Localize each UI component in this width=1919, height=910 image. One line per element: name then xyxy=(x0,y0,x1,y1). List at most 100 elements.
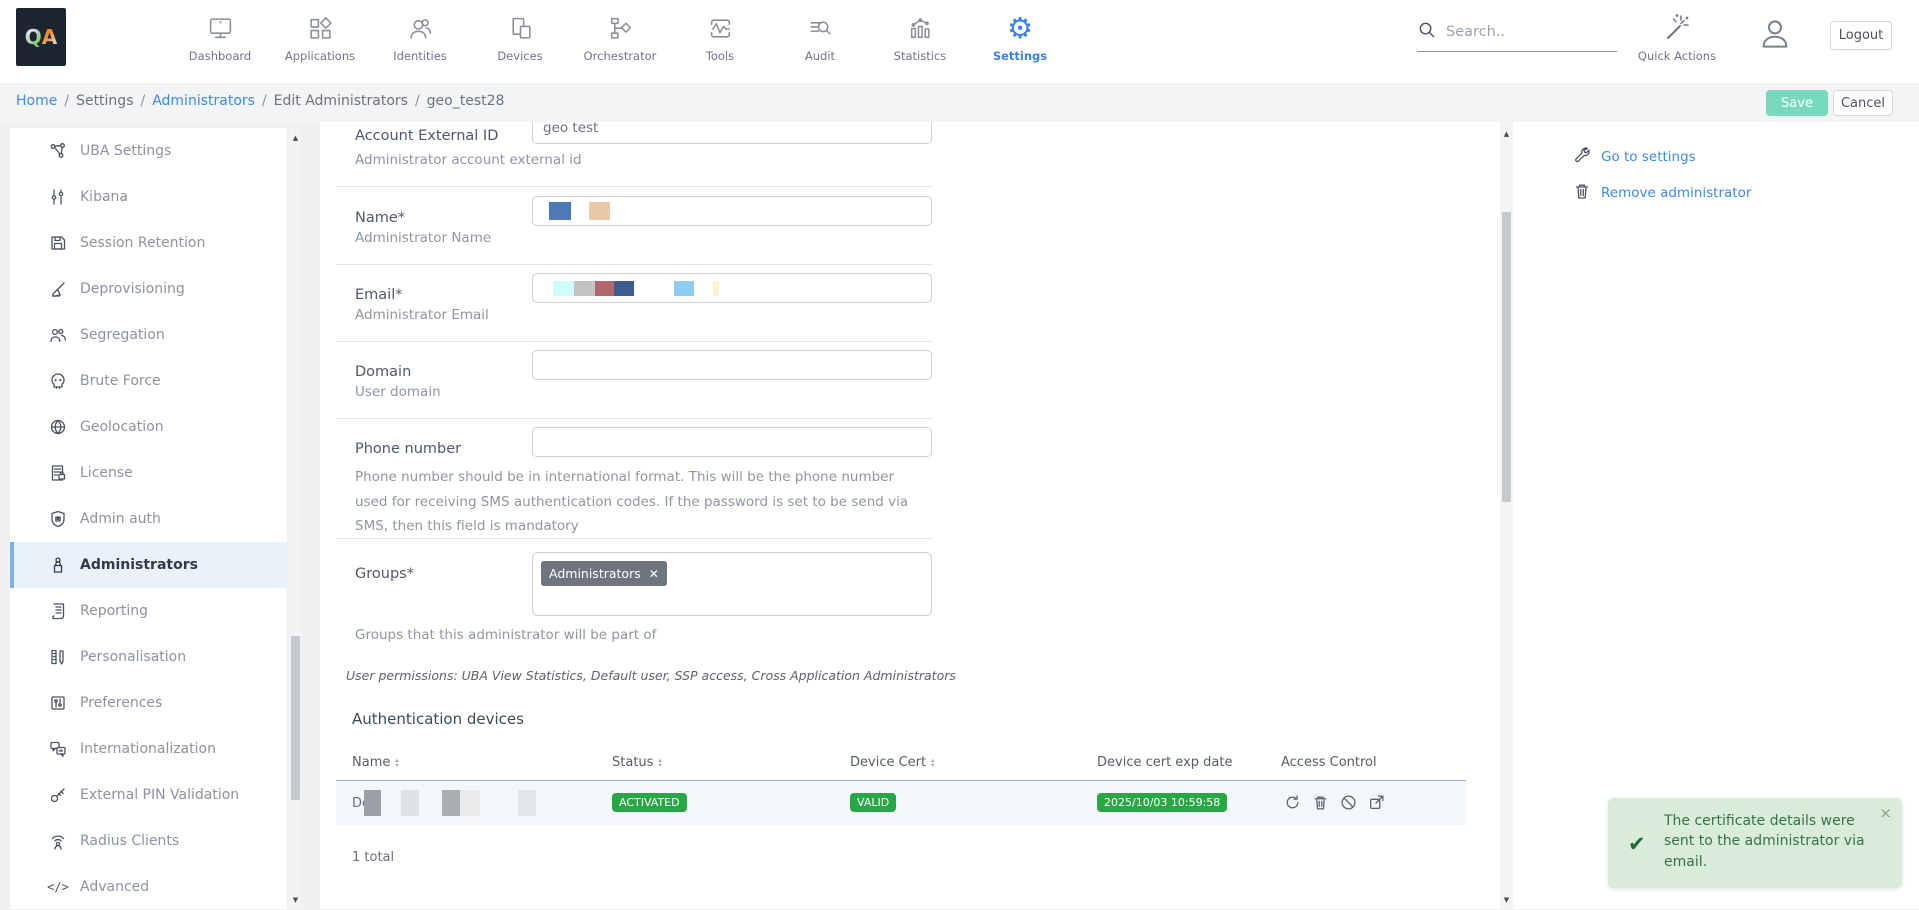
sort-icon[interactable]: ▴▾ xyxy=(658,758,661,768)
devices-icon xyxy=(507,9,534,47)
account-external-id-input[interactable] xyxy=(532,122,932,144)
sidebar-item-advanced[interactable]: </> Advanced xyxy=(10,864,287,910)
nav-item-orchestrator[interactable]: Orchestrator xyxy=(570,9,670,73)
nav-label: Dashboard xyxy=(189,49,251,63)
nav-label: Settings xyxy=(993,49,1047,63)
sidebar-item-brute-force[interactable]: Brute Force xyxy=(10,358,287,404)
sidebar-scrollbar[interactable]: ▲ ▼ xyxy=(289,128,302,909)
nav-item-devices[interactable]: Devices xyxy=(470,9,570,73)
sidebar-item-license[interactable]: License xyxy=(10,450,287,496)
scroll-up-arrow[interactable]: ▲ xyxy=(1500,130,1513,138)
sidebar-scroll-thumb[interactable] xyxy=(291,636,300,800)
nav-item-audit[interactable]: Audit xyxy=(770,9,870,73)
column-header-device-cert[interactable]: Device Cert ▴▾ xyxy=(850,755,934,770)
go-to-settings-link[interactable]: Go to settings xyxy=(1573,146,1696,168)
groups-input[interactable]: Administrators ✕ xyxy=(532,552,932,616)
orchestrator-flow-icon xyxy=(607,9,634,47)
device-name-cell: De xyxy=(352,790,536,816)
content-scrollbar[interactable]: ▲ ▼ xyxy=(1500,122,1513,909)
globe-icon xyxy=(48,417,68,437)
block-icon[interactable] xyxy=(1340,794,1357,815)
nav-item-tools[interactable]: Tools xyxy=(670,9,770,73)
two-people-icon xyxy=(48,325,68,345)
refresh-icon[interactable] xyxy=(1284,794,1301,815)
redacted-value-block xyxy=(589,202,610,220)
export-icon[interactable] xyxy=(1368,794,1385,815)
app-logo[interactable]: QA xyxy=(16,8,66,66)
sidebar-item-admin-auth[interactable]: Admin auth xyxy=(10,496,287,542)
sidebar-item-external-pin-validation[interactable]: External PIN Validation xyxy=(10,772,287,818)
breadcrumb-administrators[interactable]: Administrators xyxy=(152,93,255,109)
nav-label: Devices xyxy=(497,49,542,63)
sidebar-item-deprovisioning[interactable]: Deprovisioning xyxy=(10,266,287,312)
redacted-value-block xyxy=(674,281,694,296)
chip-remove-icon[interactable]: ✕ xyxy=(649,567,659,581)
kibana-icon xyxy=(48,187,68,207)
antenna-person-icon xyxy=(48,831,68,851)
sidebar-item-segregation[interactable]: Segregation xyxy=(10,312,287,358)
report-scroll-icon xyxy=(48,601,68,621)
name-input[interactable] xyxy=(532,196,932,226)
domain-input[interactable] xyxy=(532,350,932,380)
redacted-value-block xyxy=(518,790,536,816)
sort-icon[interactable]: ▴▾ xyxy=(395,758,398,768)
phone-input[interactable] xyxy=(532,427,932,457)
sidebar-item-reporting[interactable]: Reporting xyxy=(10,588,287,634)
toast-message: The certificate details were sent to the… xyxy=(1664,811,1876,872)
global-search xyxy=(1417,20,1617,52)
user-permissions-note: User permissions: UBA View Statistics, D… xyxy=(346,668,956,683)
sort-icon[interactable]: ▴▾ xyxy=(931,758,934,768)
nav-label: Orchestrator xyxy=(584,49,657,63)
search-input[interactable] xyxy=(1446,24,1606,40)
cancel-button[interactable]: Cancel xyxy=(1833,90,1893,116)
redacted-value-block xyxy=(442,790,460,816)
success-toast: ✔ The certificate details were sent to t… xyxy=(1608,798,1902,888)
field-helper: Administrator Name xyxy=(355,230,491,246)
breadcrumb-home[interactable]: Home xyxy=(16,93,57,109)
column-header-access-control: Access Control xyxy=(1281,755,1377,770)
field-label-phone: Phone number xyxy=(355,441,461,457)
sidebar-item-geolocation[interactable]: Geolocation xyxy=(10,404,287,450)
email-input[interactable] xyxy=(532,273,932,303)
remove-administrator-link[interactable]: Remove administrator xyxy=(1573,182,1751,204)
sidebar-item-administrators[interactable]: Administrators xyxy=(10,542,287,588)
save-button[interactable]: Save xyxy=(1766,90,1828,116)
exp-date-badge: 2025/10/03 10:59:58 xyxy=(1097,793,1227,812)
skull-icon xyxy=(48,371,68,391)
redacted-value-block xyxy=(460,790,480,816)
audit-search-icon xyxy=(807,9,834,47)
quick-actions[interactable]: Quick Actions xyxy=(1627,9,1727,73)
sidebar-item-preferences[interactable]: Preferences xyxy=(10,680,287,726)
logout-button[interactable]: Logout xyxy=(1830,21,1892,50)
sidebar-item-internationalization[interactable]: Internationalization xyxy=(10,726,287,772)
field-helper: User domain xyxy=(355,384,441,400)
nav-item-applications[interactable]: Applications xyxy=(270,9,370,73)
toast-close-icon[interactable]: × xyxy=(1879,804,1892,822)
edit-administrator-form: Account External ID Administrator accoun… xyxy=(320,122,1500,909)
scroll-down-arrow[interactable]: ▼ xyxy=(1500,896,1513,904)
nav-item-statistics[interactable]: Statistics xyxy=(870,9,970,73)
top-bar: QA Dashboard Applications Identities Dev… xyxy=(0,0,1919,83)
gear-icon: ⚙ xyxy=(1007,9,1033,47)
nav-item-settings[interactable]: ⚙ Settings xyxy=(970,9,1070,73)
sidebar-item-radius-clients[interactable]: Radius Clients xyxy=(10,818,287,864)
content-scroll-thumb[interactable] xyxy=(1502,212,1511,502)
field-helper: Administrator account external id xyxy=(355,152,582,168)
field-label-name: Name* xyxy=(355,210,405,226)
nav-item-dashboard[interactable]: Dashboard xyxy=(170,9,270,73)
device-table-row[interactable]: De ACTIVATED VALID 2025/10/03 10:59:58 xyxy=(336,781,1466,825)
column-header-name[interactable]: Name ▴▾ xyxy=(352,755,399,770)
sidebar-item-personalisation[interactable]: Personalisation xyxy=(10,634,287,680)
trash-icon[interactable] xyxy=(1312,794,1329,815)
redacted-value-block xyxy=(614,281,634,296)
sidebar-item-session-retention[interactable]: Session Retention xyxy=(10,220,287,266)
column-header-status[interactable]: Status ▴▾ xyxy=(612,755,662,770)
user-profile-icon[interactable] xyxy=(1757,16,1793,56)
redacted-value-block xyxy=(364,790,381,816)
sidebar-item-kibana[interactable]: Kibana xyxy=(10,174,287,220)
sidebar-item-uba-settings[interactable]: UBA Settings xyxy=(10,128,287,174)
scroll-up-arrow[interactable]: ▲ xyxy=(289,134,302,142)
scroll-down-arrow[interactable]: ▼ xyxy=(289,896,302,904)
nav-item-identities[interactable]: Identities xyxy=(370,9,470,73)
group-chip-administrators: Administrators ✕ xyxy=(541,561,667,586)
